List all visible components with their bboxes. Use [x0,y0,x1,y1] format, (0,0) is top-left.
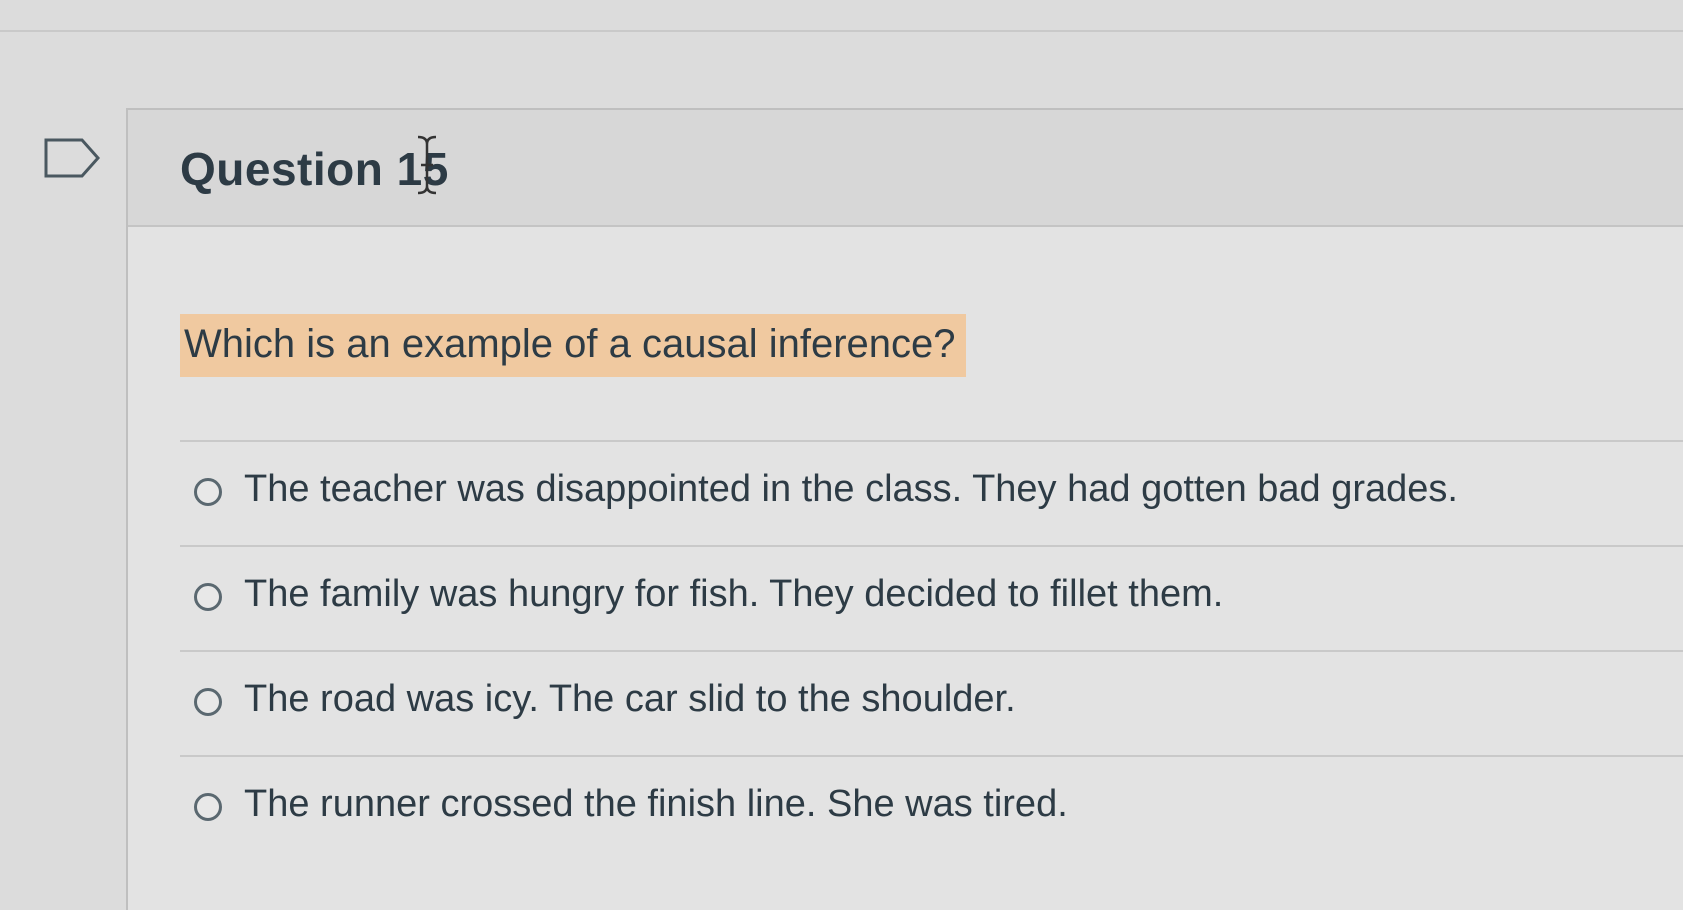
radio-unchecked-icon[interactable] [194,793,222,821]
radio-unchecked-icon[interactable] [194,478,222,506]
answer-option[interactable]: The teacher was disappointed in the clas… [180,440,1683,545]
question-prompt: Which is an example of a causal inferenc… [180,314,966,377]
answer-list: The teacher was disappointed in the clas… [180,440,1683,860]
answer-label: The family was hungry for fish. They dec… [244,573,1224,615]
flag-question-icon[interactable] [44,138,102,178]
top-divider [0,30,1683,32]
answer-option[interactable]: The road was icy. The car slid to the sh… [180,650,1683,755]
radio-unchecked-icon[interactable] [194,583,222,611]
radio-unchecked-icon[interactable] [194,688,222,716]
answer-label: The teacher was disappointed in the clas… [244,468,1458,510]
question-card: Question 15 Which is an example of a cau… [126,108,1683,910]
question-header: Question 15 [128,110,1683,227]
answer-option[interactable]: The family was hungry for fish. They dec… [180,545,1683,650]
answer-label: The road was icy. The car slid to the sh… [244,678,1016,720]
question-title: Question 15 [180,143,449,195]
answer-option[interactable]: The runner crossed the finish line. She … [180,755,1683,860]
text-cursor-icon [417,135,437,195]
answer-label: The runner crossed the finish line. She … [244,783,1068,825]
